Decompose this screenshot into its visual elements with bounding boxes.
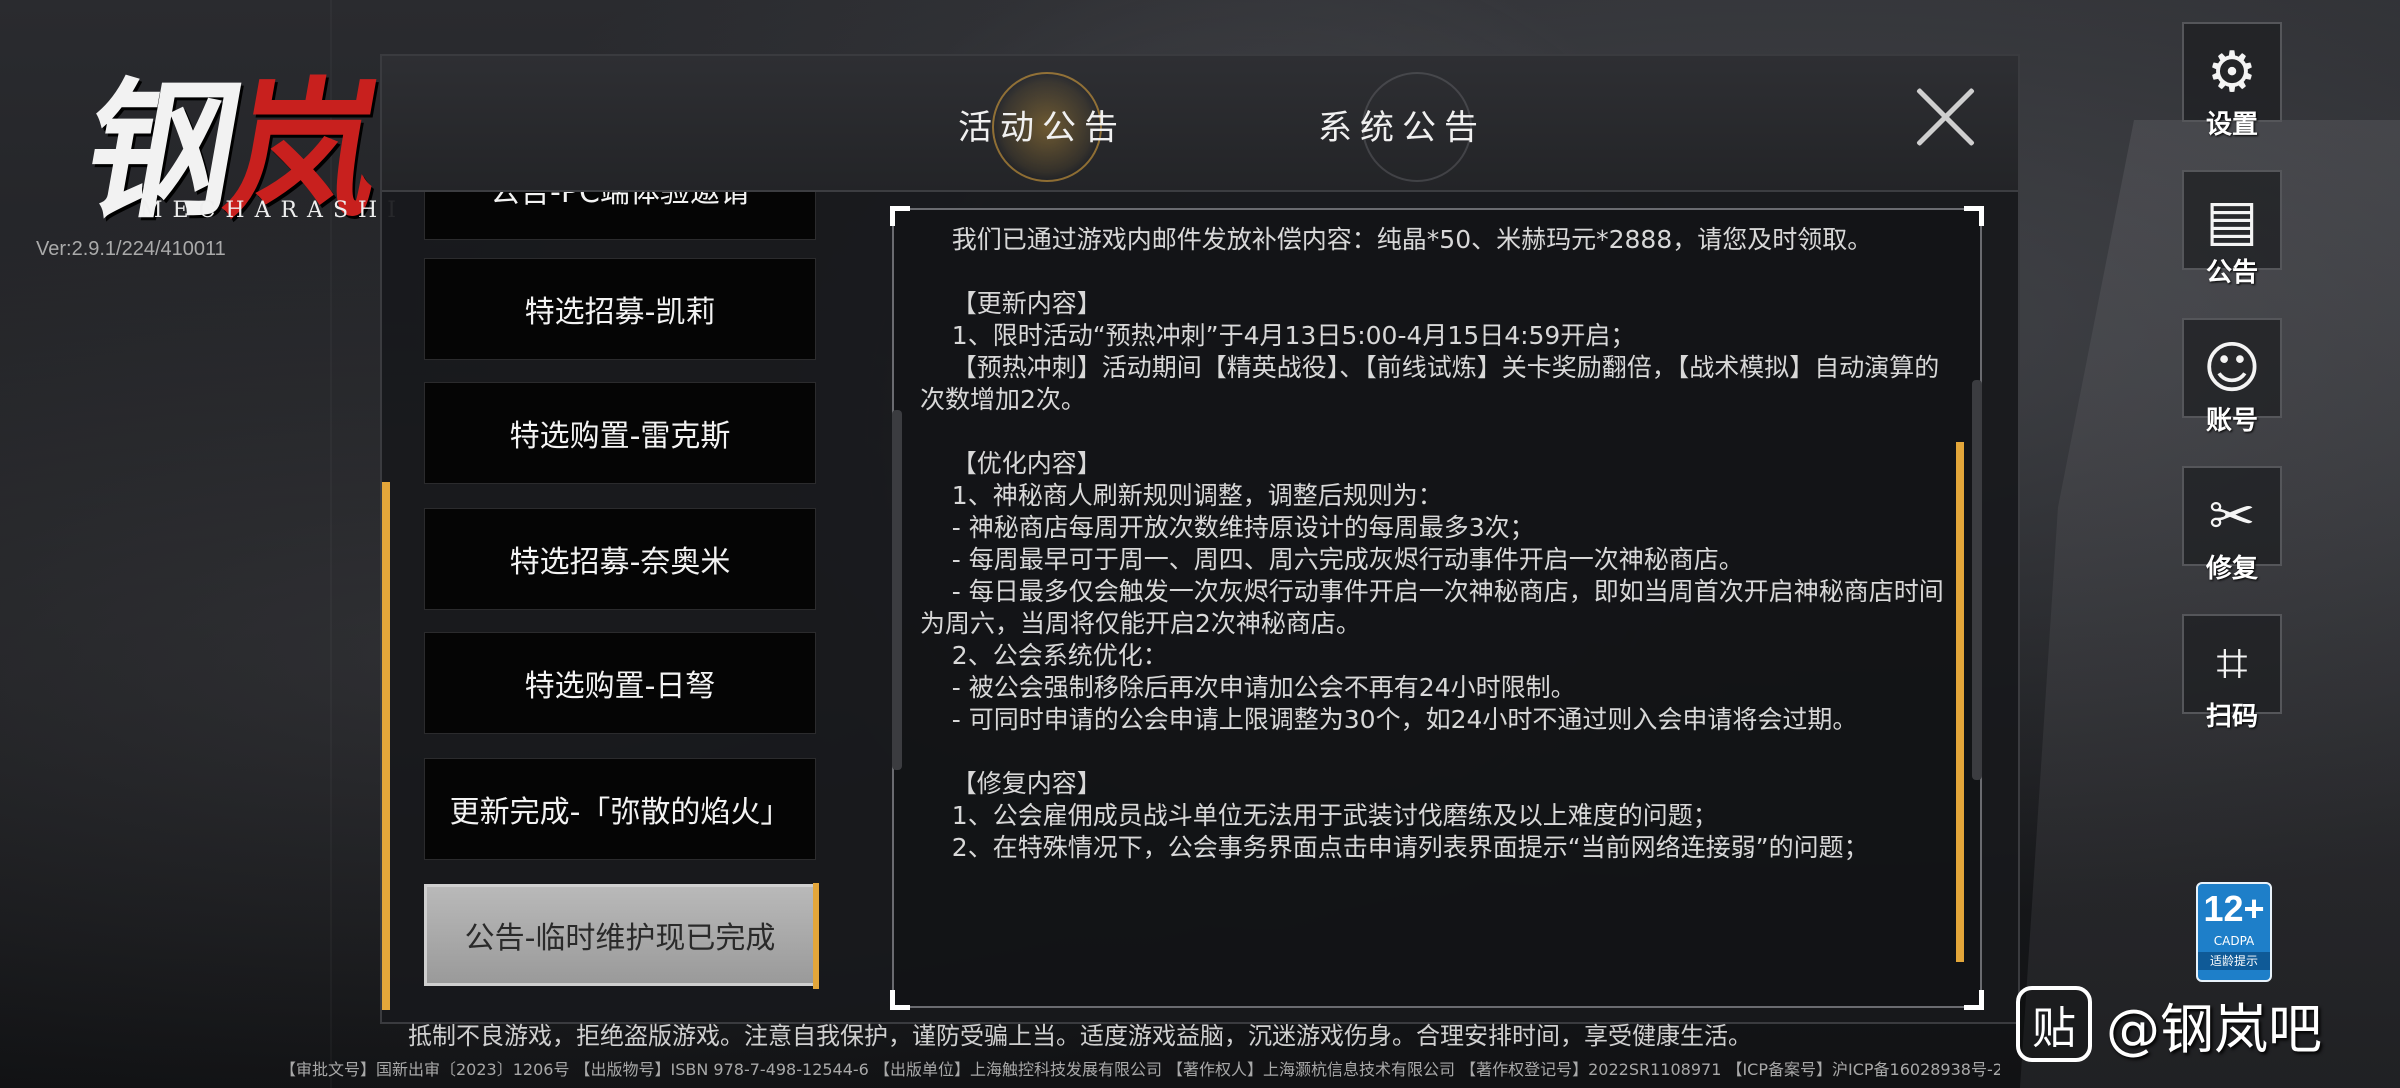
content-line: 【修复内容】 bbox=[920, 769, 1102, 798]
tab-activity-announcement[interactable]: 活动公告 bbox=[912, 56, 1172, 192]
age-rating-badge[interactable]: 12+ CADPA 适龄提示 bbox=[2196, 882, 2272, 982]
announcement-body[interactable]: 我们已通过游戏内邮件发放补偿内容：纯晶*50、米赫玛元*2888，请您及时领取。… bbox=[920, 224, 1950, 994]
list-item-selected[interactable]: 公告-临时维护现已完成 bbox=[424, 883, 819, 989]
frame-rail bbox=[892, 410, 902, 770]
tieba-logo-icon: 贴 bbox=[2016, 986, 2092, 1062]
version-label: Ver:2.9.1/224/410011 bbox=[36, 238, 226, 260]
content-line: - 神秘商店每周开放次数维持原设计的每周最多3次； bbox=[920, 513, 1535, 542]
watermark-text: @钢岚吧 bbox=[2106, 997, 2322, 1061]
content-scrollbar[interactable] bbox=[1956, 442, 1964, 962]
dialog-header: 活动公告 系统公告 bbox=[382, 56, 2018, 192]
list-item[interactable]: 特选购置-雷克斯 bbox=[424, 382, 816, 484]
health-gaming-notice: 抵制不良游戏，拒绝盗版游戏。注意自我保护，谨防受骗上当。适度游戏益脑，沉迷游戏伤… bbox=[408, 1022, 1752, 1050]
tieba-watermark: 贴 @钢岚吧 bbox=[2016, 986, 2322, 1062]
announcement-content-panel: 我们已通过游戏内邮件发放补偿内容：纯晶*50、米赫玛元*2888，请您及时领取。… bbox=[890, 206, 1984, 1010]
content-line: 【优化内容】 bbox=[920, 449, 1102, 478]
tab-system-announcement[interactable]: 系统公告 bbox=[1272, 56, 1532, 192]
legal-notice: 【审批文号】国新出审〔2023〕1206号 【出版物号】ISBN 978-7-4… bbox=[280, 1060, 2000, 1079]
announcement-list[interactable]: 公告-PC端体验邀请 特选招募-凯莉 特选购置-雷克斯 特选招募-奈奥米 特选购… bbox=[382, 192, 862, 1024]
list-item[interactable]: 公告-PC端体验邀请 bbox=[424, 192, 816, 240]
list-item[interactable]: 特选招募-凯莉 bbox=[424, 258, 816, 360]
frame-corner bbox=[1964, 206, 1984, 226]
list-item[interactable]: 特选招募-奈奥米 bbox=[424, 508, 816, 610]
notice-button[interactable]: ▤ 公告 bbox=[2182, 170, 2282, 288]
content-line: 【预热冲刺】活动期间【精英战役】、【前线试炼】关卡奖励翻倍，【战术模拟】自动演算… bbox=[920, 353, 1940, 414]
content-line: 1、神秘商人刷新规则调整，调整后规则为： bbox=[920, 481, 1443, 510]
list-item[interactable]: 特选购置-日弩 bbox=[424, 632, 816, 734]
content-line: - 每日最多仅会触发一次灰烬行动事件开启一次神秘商店，即如当周首次开启神秘商店时… bbox=[920, 577, 1944, 638]
announcement-dialog: 活动公告 系统公告 公告-PC端体验邀请 特选招募-凯莉 特选购置-雷克斯 特选… bbox=[380, 54, 2020, 1024]
frame-corner bbox=[890, 990, 910, 1010]
game-logo: 钢岚 MECHARASHI bbox=[60, 30, 400, 239]
paragraph-spacer bbox=[920, 256, 1950, 288]
list-scrollbar[interactable] bbox=[382, 482, 390, 1010]
frame-corner bbox=[890, 206, 910, 226]
scan-button[interactable]: ⌗ 扫码 bbox=[2182, 614, 2282, 732]
frame-corner bbox=[1964, 990, 1984, 1010]
paragraph-spacer bbox=[920, 736, 1950, 768]
content-line: - 每周最早可于周一、周四、周六完成灰烬行动事件开启一次神秘商店。 bbox=[920, 545, 1744, 574]
repair-button[interactable]: ✂ 修复 bbox=[2182, 466, 2282, 584]
content-line: 1、限时活动“预热冲刺”于4月13日5:00-4月15日4:59开启； bbox=[920, 321, 1636, 350]
content-line: 2、公会系统优化： bbox=[920, 641, 1168, 670]
paragraph-spacer bbox=[920, 416, 1950, 448]
content-line: 1、公会雇佣成员战斗单位无法用于武装讨伐磨练及以上难度的问题； bbox=[920, 801, 1718, 830]
settings-button[interactable]: ⚙ 设置 bbox=[2182, 22, 2282, 140]
list-item[interactable]: 更新完成-「弥散的焰火」 bbox=[424, 758, 816, 860]
content-line: 【更新内容】 bbox=[920, 289, 1102, 318]
frame-rail bbox=[1972, 380, 1982, 780]
logo-subtitle: MECHARASHI bbox=[140, 198, 406, 223]
close-icon[interactable] bbox=[1910, 82, 1980, 152]
content-line: - 可同时申请的公会申请上限调整为30个，如24小时不通过则入会申请将会过期。 bbox=[920, 705, 1858, 734]
content-line: 2、在特殊情况下，公会事务界面点击申请列表界面提示“当前网络连接弱”的问题； bbox=[920, 833, 1869, 862]
content-line: 我们已通过游戏内邮件发放补偿内容：纯晶*50、米赫玛元*2888，请您及时领取。 bbox=[920, 225, 1873, 254]
content-line: - 被公会强制移除后再次申请加公会不再有24小时限制。 bbox=[920, 673, 1576, 702]
account-button[interactable]: ☺ 账号 bbox=[2182, 318, 2282, 436]
